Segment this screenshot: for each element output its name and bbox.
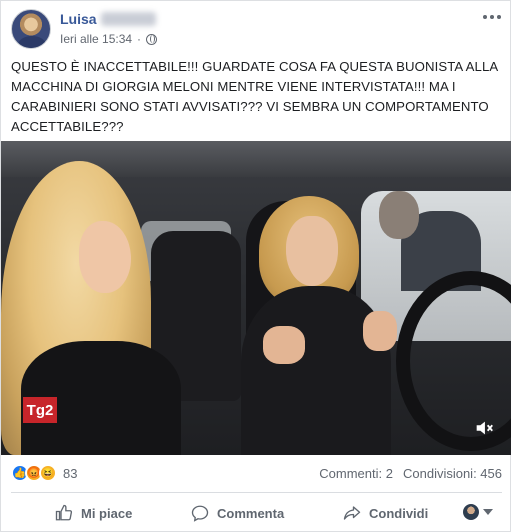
share-icon: [343, 506, 361, 520]
reactions-summary[interactable]: 👍 😡 😆 83: [11, 464, 77, 482]
comment-label: Commenta: [217, 505, 285, 521]
shares-count[interactable]: Condivisioni: 456: [403, 466, 502, 481]
engagement-counts: Commenti: 2 Condivisioni: 456: [319, 466, 502, 481]
chevron-down-icon: [483, 509, 493, 515]
post-header: Luisa Ieri alle 15:34 ·: [1, 1, 511, 55]
like-label: Mi piace: [81, 505, 133, 521]
speaker-muted-icon[interactable]: [473, 417, 495, 439]
user-avatar: [463, 504, 479, 520]
driver-hand-left: [263, 326, 305, 364]
share-button[interactable]: Condividi: [333, 497, 438, 529]
haha-reaction-icon: 😆: [39, 464, 57, 482]
driver-body: [241, 286, 391, 455]
tg2-logo: Tg2: [23, 397, 57, 423]
bystander-head: [379, 191, 419, 239]
driver-hand-right: [363, 311, 397, 351]
passenger-face: [79, 221, 131, 293]
facebook-post: Luisa Ieri alle 15:34 · QUESTO È INACCET…: [0, 0, 511, 532]
reaction-as-selector[interactable]: [463, 504, 493, 520]
globe-icon[interactable]: [146, 33, 158, 45]
driver-face: [286, 216, 338, 286]
share-label: Condividi: [369, 505, 429, 521]
redacted-surname: [101, 12, 156, 26]
author-name[interactable]: Luisa: [60, 11, 97, 27]
action-bar: Mi piace Commenta Condividi: [1, 495, 511, 531]
more-options-icon[interactable]: [480, 9, 504, 25]
comment-button[interactable]: Commenta: [181, 497, 294, 529]
comments-count[interactable]: Commenti: 2: [319, 466, 393, 481]
post-text: QUESTO È INACCETTABILE!!! GUARDATE COSA …: [11, 59, 498, 134]
divider: [11, 492, 502, 493]
video-player[interactable]: Tg2: [1, 141, 511, 455]
like-button[interactable]: Mi piace: [45, 497, 142, 529]
post-timestamp[interactable]: Ieri alle 15:34: [60, 32, 132, 46]
thumbs-up-icon: [55, 504, 73, 521]
post-stats: 👍 😡 😆 83 Commenti: 2 Condivisioni: 456: [1, 457, 511, 491]
author-avatar[interactable]: [11, 9, 51, 49]
post-meta: Ieri alle 15:34 ·: [60, 32, 158, 46]
comment-icon: [191, 505, 209, 522]
reaction-count[interactable]: 83: [63, 466, 77, 481]
